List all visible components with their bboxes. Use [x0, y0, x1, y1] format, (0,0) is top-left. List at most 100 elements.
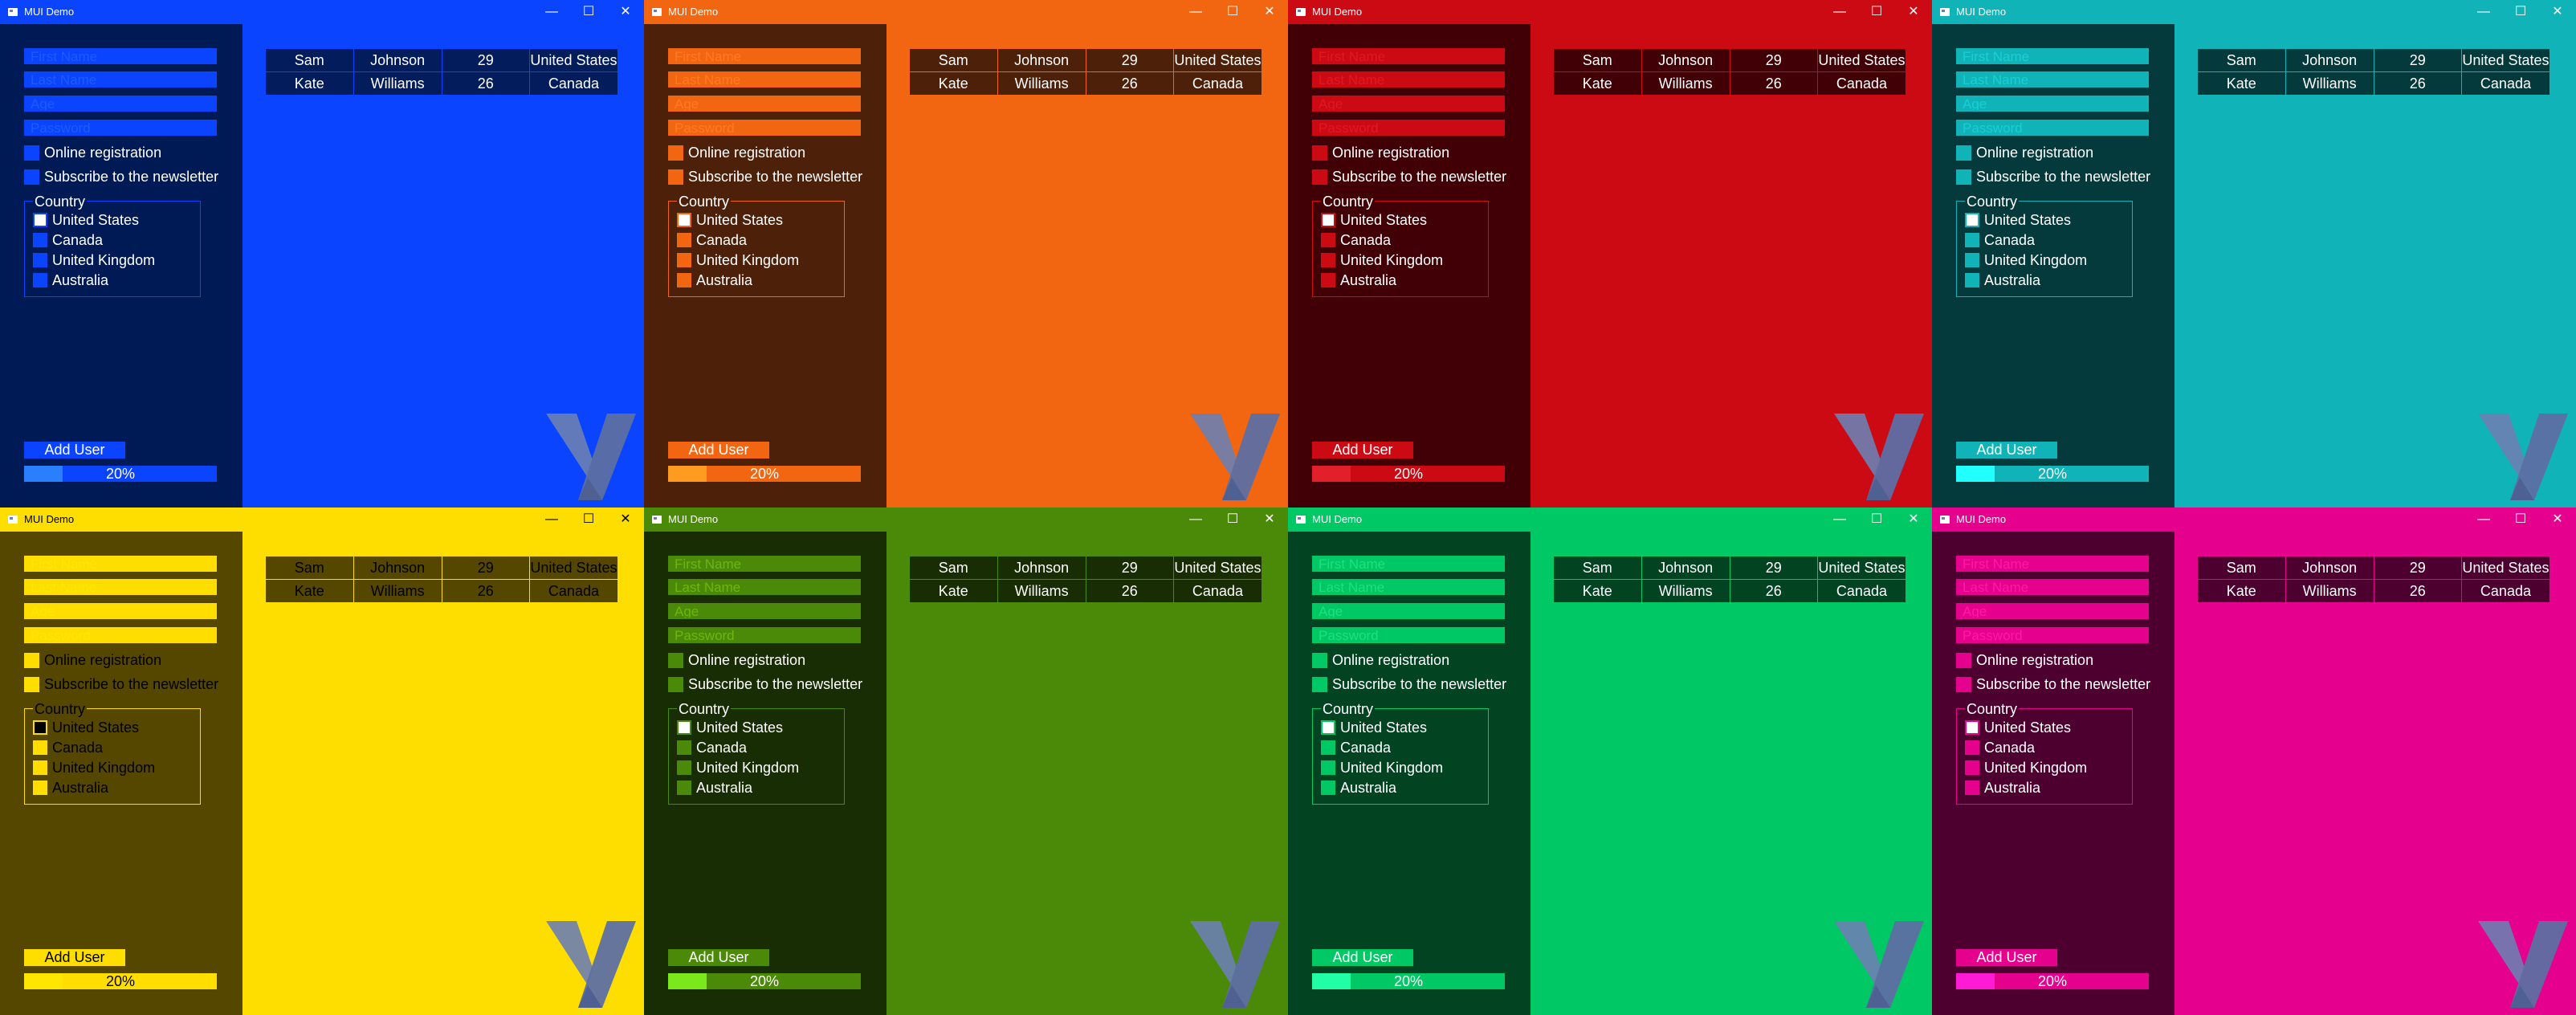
table-row[interactable]: Kate Williams 26 Canada	[265, 579, 619, 603]
radio-box[interactable]	[1965, 233, 1979, 247]
radio-box[interactable]	[33, 233, 47, 247]
password-field[interactable]: Password	[668, 627, 861, 643]
radio-box[interactable]	[677, 760, 691, 775]
radio-box[interactable]	[677, 720, 691, 735]
maximize-button[interactable]: ☐	[570, 0, 607, 24]
table-row[interactable]: Sam Johnson 29 United States	[265, 48, 619, 72]
table-row[interactable]: Kate Williams 26 Canada	[2197, 71, 2551, 96]
close-button[interactable]: ✕	[1895, 0, 1932, 24]
password-field[interactable]: Password	[24, 120, 217, 136]
checkbox-box[interactable]	[668, 145, 683, 161]
title-bar[interactable]: MUI Demo — ☐ ✕	[1932, 507, 2576, 532]
close-button[interactable]: ✕	[1895, 507, 1932, 532]
table-row[interactable]: Sam Johnson 29 United States	[1553, 556, 1907, 580]
radio-box[interactable]	[33, 760, 47, 775]
radio-box[interactable]	[1321, 233, 1335, 247]
title-bar[interactable]: MUI Demo — ☐ ✕	[1288, 0, 1932, 24]
age-field[interactable]: Age	[24, 96, 217, 112]
add-user-button[interactable]: Add User	[1956, 442, 2057, 459]
password-field[interactable]: Password	[1312, 627, 1505, 643]
first-name-field[interactable]: First Name	[1312, 556, 1505, 572]
age-field[interactable]: Age	[1956, 96, 2149, 112]
radio-box[interactable]	[33, 273, 47, 287]
checkbox-box[interactable]	[1956, 169, 1971, 185]
first-name-field[interactable]: First Name	[668, 48, 861, 64]
radio-box[interactable]	[1965, 213, 1979, 227]
minimize-button[interactable]: —	[1821, 0, 1858, 24]
radio-box[interactable]	[677, 253, 691, 267]
close-button[interactable]: ✕	[1251, 0, 1288, 24]
age-field[interactable]: Age	[668, 96, 861, 112]
age-field[interactable]: Age	[1312, 603, 1505, 619]
table-row[interactable]: Kate Williams 26 Canada	[1553, 71, 1907, 96]
maximize-button[interactable]: ☐	[1858, 507, 1895, 532]
maximize-button[interactable]: ☐	[2502, 507, 2539, 532]
close-button[interactable]: ✕	[2539, 0, 2576, 24]
table-row[interactable]: Sam Johnson 29 United States	[1553, 48, 1907, 72]
minimize-button[interactable]: —	[533, 507, 570, 532]
radio-box[interactable]	[1321, 253, 1335, 267]
add-user-button[interactable]: Add User	[668, 442, 769, 459]
radio-box[interactable]	[1965, 720, 1979, 735]
add-user-button[interactable]: Add User	[668, 949, 769, 966]
checkbox-box[interactable]	[1312, 677, 1327, 692]
maximize-button[interactable]: ☐	[1214, 507, 1251, 532]
radio-box[interactable]	[677, 233, 691, 247]
checkbox-box[interactable]	[1956, 145, 1971, 161]
checkbox-box[interactable]	[668, 653, 683, 668]
close-button[interactable]: ✕	[607, 507, 644, 532]
checkbox-box[interactable]	[1312, 169, 1327, 185]
password-field[interactable]: Password	[1956, 120, 2149, 136]
first-name-field[interactable]: First Name	[1312, 48, 1505, 64]
password-field[interactable]: Password	[24, 627, 217, 643]
radio-box[interactable]	[33, 213, 47, 227]
close-button[interactable]: ✕	[1251, 507, 1288, 532]
table-row[interactable]: Sam Johnson 29 United States	[909, 556, 1263, 580]
radio-box[interactable]	[1965, 740, 1979, 755]
minimize-button[interactable]: —	[2465, 507, 2502, 532]
password-field[interactable]: Password	[668, 120, 861, 136]
add-user-button[interactable]: Add User	[1312, 442, 1413, 459]
table-row[interactable]: Kate Williams 26 Canada	[909, 71, 1263, 96]
checkbox-box[interactable]	[1956, 677, 1971, 692]
checkbox-box[interactable]	[668, 677, 683, 692]
radio-box[interactable]	[677, 273, 691, 287]
table-row[interactable]: Sam Johnson 29 United States	[265, 556, 619, 580]
checkbox-box[interactable]	[1312, 653, 1327, 668]
age-field[interactable]: Age	[24, 603, 217, 619]
close-button[interactable]: ✕	[607, 0, 644, 24]
last-name-field[interactable]: Last Name	[668, 71, 861, 88]
table-row[interactable]: Sam Johnson 29 United States	[2197, 556, 2551, 580]
title-bar[interactable]: MUI Demo — ☐ ✕	[644, 507, 1288, 532]
last-name-field[interactable]: Last Name	[1312, 71, 1505, 88]
table-row[interactable]: Kate Williams 26 Canada	[2197, 579, 2551, 603]
first-name-field[interactable]: First Name	[668, 556, 861, 572]
checkbox-box[interactable]	[1312, 145, 1327, 161]
last-name-field[interactable]: Last Name	[1312, 579, 1505, 595]
radio-box[interactable]	[1321, 760, 1335, 775]
checkbox-box[interactable]	[24, 653, 39, 668]
radio-box[interactable]	[677, 740, 691, 755]
minimize-button[interactable]: —	[2465, 0, 2502, 24]
minimize-button[interactable]: —	[1177, 507, 1214, 532]
table-row[interactable]: Sam Johnson 29 United States	[909, 48, 1263, 72]
password-field[interactable]: Password	[1956, 627, 2149, 643]
close-button[interactable]: ✕	[2539, 507, 2576, 532]
maximize-button[interactable]: ☐	[1858, 0, 1895, 24]
radio-box[interactable]	[677, 781, 691, 795]
add-user-button[interactable]: Add User	[1312, 949, 1413, 966]
table-row[interactable]: Kate Williams 26 Canada	[265, 71, 619, 96]
last-name-field[interactable]: Last Name	[24, 579, 217, 595]
radio-box[interactable]	[1321, 781, 1335, 795]
add-user-button[interactable]: Add User	[24, 949, 125, 966]
first-name-field[interactable]: First Name	[1956, 48, 2149, 64]
last-name-field[interactable]: Last Name	[668, 579, 861, 595]
radio-box[interactable]	[33, 720, 47, 735]
checkbox-box[interactable]	[1956, 653, 1971, 668]
minimize-button[interactable]: —	[1821, 507, 1858, 532]
minimize-button[interactable]: —	[533, 0, 570, 24]
last-name-field[interactable]: Last Name	[1956, 71, 2149, 88]
maximize-button[interactable]: ☐	[570, 507, 607, 532]
radio-box[interactable]	[1321, 720, 1335, 735]
radio-box[interactable]	[33, 253, 47, 267]
